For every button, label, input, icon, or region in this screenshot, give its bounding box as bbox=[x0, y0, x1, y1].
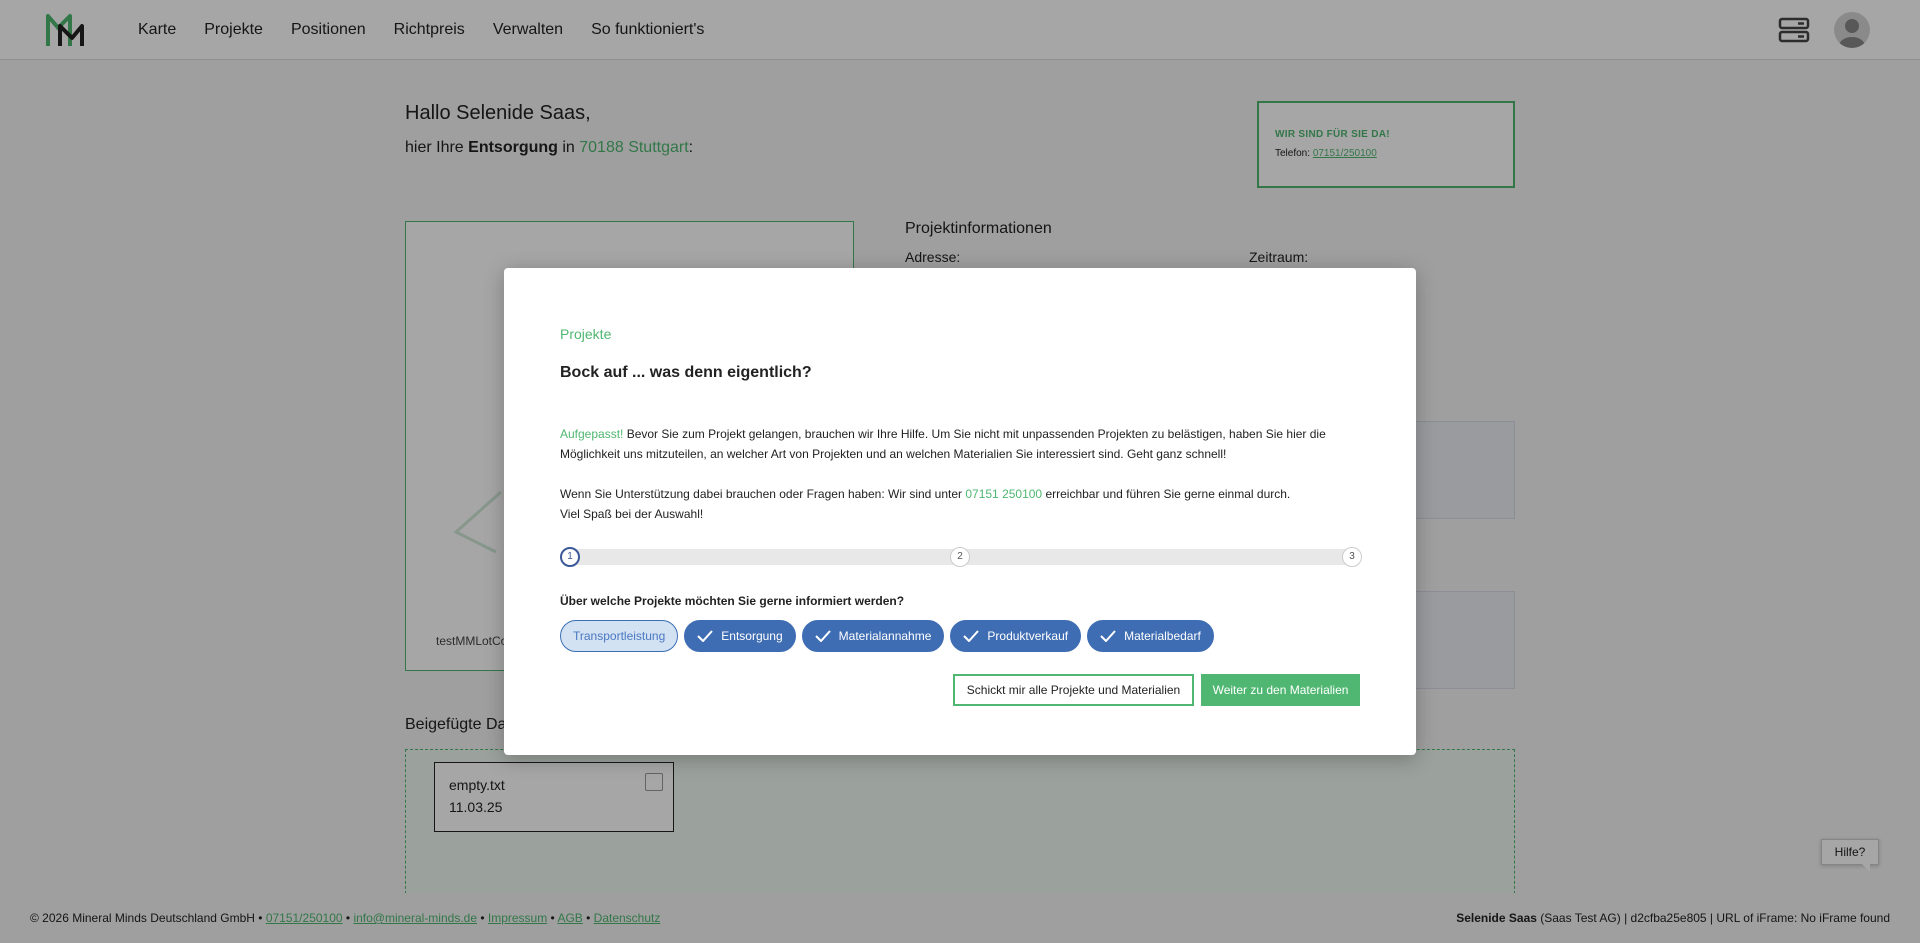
modal-intro-text: Aufgepasst! Bevor Sie zum Projekt gelang… bbox=[560, 427, 1326, 461]
check-icon bbox=[963, 630, 980, 642]
continue-to-materials-button[interactable]: Weiter zu den Materialien bbox=[1201, 674, 1360, 706]
modal-phone-link[interactable]: 07151 250100 bbox=[965, 487, 1042, 501]
check-icon bbox=[1100, 630, 1116, 642]
project-preferences-modal: Projekte Bock auf ... was denn eigentlic… bbox=[504, 268, 1416, 755]
project-question: Über welche Projekte möchten Sie gerne i… bbox=[560, 594, 905, 608]
check-icon bbox=[814, 630, 831, 642]
modal-title: Bock auf ... was denn eigentlich? bbox=[560, 364, 812, 381]
progress-stepper: 1 2 3 bbox=[560, 547, 1364, 567]
stepper-track bbox=[966, 549, 1348, 565]
chip-produktverkauf[interactable]: Produktverkauf bbox=[950, 620, 1082, 652]
project-type-chips: Transportleistung Entsorgung Materialann… bbox=[560, 620, 1220, 652]
modal-breadcrumb: Projekte bbox=[560, 326, 612, 342]
step-3: 3 bbox=[1342, 547, 1362, 567]
chip-entsorgung[interactable]: Entsorgung bbox=[684, 620, 796, 652]
chip-materialbedarf[interactable]: Materialbedarf bbox=[1087, 620, 1214, 652]
chip-transportleistung[interactable]: Transportleistung bbox=[560, 620, 679, 652]
check-icon bbox=[697, 630, 714, 642]
step-1: 1 bbox=[560, 547, 580, 567]
send-all-button[interactable]: Schickt mir alle Projekte und Materialie… bbox=[953, 674, 1194, 706]
step-2: 2 bbox=[950, 547, 970, 567]
modal-help-text: Wenn Sie Unterstützung dabei brauchen od… bbox=[560, 487, 1291, 521]
chip-materialannahme[interactable]: Materialannahme bbox=[801, 620, 945, 652]
stepper-track bbox=[568, 549, 958, 565]
